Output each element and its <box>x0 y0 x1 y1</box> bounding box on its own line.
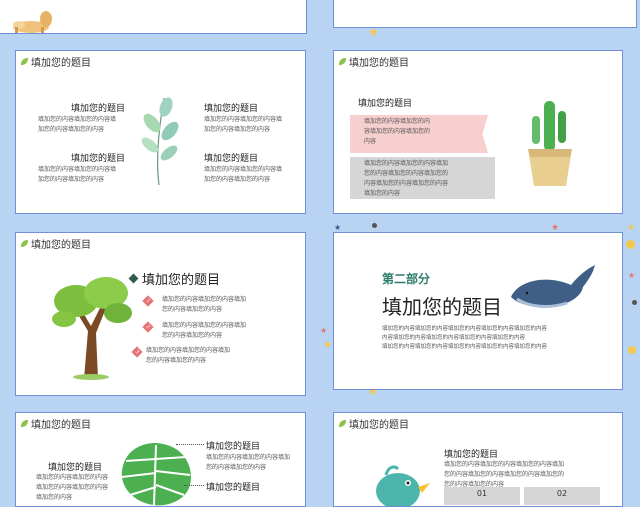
monstera-leaf-illustration <box>121 443 191 506</box>
slide-subtitle: 填加您的题目 <box>128 269 220 288</box>
block-text: 填加您的内容填加您的内容填 加您的内容填加您的内容 <box>38 166 117 183</box>
section-text: 填加您的内容填加您的内容填加您的内容填加您的内容填加您的内容 内容填加您的内容填… <box>382 326 548 350</box>
leaf-icon <box>338 419 347 428</box>
slide-title: 填加您的题目 <box>338 54 409 69</box>
slide-thumbnail-7[interactable]: 填加您的题目 填加您的题目 填加您的内容填加您的内容 填加您的内容填加您的内容 … <box>15 412 306 507</box>
slide-subtitle: 填加您的题目 <box>444 450 499 460</box>
cactus-illustration <box>528 101 572 186</box>
slide-title: 填加您的题目 <box>20 416 91 431</box>
star-icon: ★ <box>628 271 636 280</box>
block-heading: 填加您的题目 <box>70 154 125 164</box>
dot <box>626 240 635 249</box>
list-item: 1 填加您的内容填加您的内容填加 您的内容填加您的内容 <box>142 295 246 315</box>
content-block: 填加您的题目 <box>204 151 276 164</box>
slide-thumbnail-2[interactable] <box>333 0 637 28</box>
slide-thumbnail-4[interactable]: 填加您的题目 填加您的题目 填加您的内容填加您的内 容填加您的内容填加您的 内容… <box>333 50 623 214</box>
content-block: 填加您的题目 <box>62 101 134 114</box>
slide-thumbnail-3[interactable]: 填加您的题目 填加您的题目 填加您的内容填加您的内容填 加您的内容填加您的内容 … <box>15 50 306 214</box>
connector-line <box>184 485 204 486</box>
section-title: 填加您的题目 <box>382 295 502 319</box>
block-heading: 填加您的题目 <box>70 104 125 114</box>
diamond-icon <box>128 273 139 284</box>
block-heading: 填加您的题目 <box>204 104 259 114</box>
number-box: 02 <box>524 487 600 505</box>
content-block: 填加您的题目 <box>62 151 134 164</box>
slide-subtitle: 填加您的题目 <box>358 99 413 109</box>
star-icon: ★ <box>627 223 636 233</box>
leaf-icon <box>20 57 29 66</box>
leaf-icon <box>338 57 347 66</box>
section-label: 第二部分 <box>382 272 431 286</box>
right-text: 填加您的内容填加您的内容填加 您的内容填加您的内容 <box>206 454 291 471</box>
dot <box>632 300 637 305</box>
leaf-icon <box>20 239 29 248</box>
content-block: 填加您的题目 <box>204 101 276 114</box>
slide-thumbnail-1[interactable] <box>0 0 307 34</box>
number-box: 01 <box>444 487 520 505</box>
slide-title: 填加您的题目 <box>20 236 91 251</box>
slide-thumbnail-5[interactable]: 填加您的题目 填加您的题目 1 填加您的内容填加您的内容填加 您的内容填加您的内… <box>15 232 306 396</box>
dot <box>325 342 330 347</box>
whale-illustration <box>511 265 595 308</box>
list-item: 2 填加您的内容填加您的内容填加 您的内容填加您的内容 <box>142 321 246 341</box>
number-badge: 1 <box>142 295 154 307</box>
number-badge: 2 <box>142 321 154 333</box>
number-badge: 3 <box>131 346 143 358</box>
block-heading: 填加您的题目 <box>204 154 259 164</box>
leaf-branch-illustration <box>141 97 179 186</box>
connector-line <box>176 444 204 445</box>
slide-title: 填加您的题目 <box>338 416 409 431</box>
deer-illustration <box>13 11 52 33</box>
list-item: 3 填加您的内容填加您的内容填加 您的内容填加您的内容 <box>131 346 230 366</box>
tree-illustration <box>52 277 132 380</box>
block-text: 填加您的内容填加您的内容填 加您的内容填加您的内容 <box>38 116 117 133</box>
slide-title: 填加您的题目 <box>20 54 91 69</box>
slide-thumbnail-6[interactable]: 第二部分 填加您的题目 填加您的内容填加您的内容填加您的内容填加您的内容填加您的… <box>333 232 623 390</box>
left-text: 填加您的内容填加您的内容 填加您的内容填加您的内容 填加您的内容 <box>36 474 109 501</box>
slide-thumbnail-8[interactable]: 填加您的题目 填加您的题目 填加您的内容填加您的内容填加您的内容填加 您的内容填… <box>333 412 623 507</box>
content-box-gray: 填加您的内容填加您的内容填加 您的内容填加您的内容填加您的 内容填加您的内容填加… <box>350 157 495 199</box>
leaf-icon <box>20 419 29 428</box>
right-heading: 填加您的题目 <box>206 442 261 452</box>
star-icon: ★ <box>320 326 328 335</box>
block-text: 填加您的内容填加您的内容填 加您的内容填加您的内容 <box>204 166 283 183</box>
content-box-pink: 填加您的内容填加您的内 容填加您的内容填加您的 内容 <box>350 115 488 153</box>
slide-text: 填加您的内容填加您的内容填加您的内容填加 您的内容填加您的内容填加您的内容填加您… <box>444 461 565 488</box>
right-heading: 填加您的题目 <box>206 483 261 493</box>
left-heading: 填加您的题目 <box>48 463 103 473</box>
dot <box>372 223 377 228</box>
dot <box>628 346 636 354</box>
block-text: 填加您的内容填加您的内容填 加您的内容填加您的内容 <box>204 116 283 133</box>
